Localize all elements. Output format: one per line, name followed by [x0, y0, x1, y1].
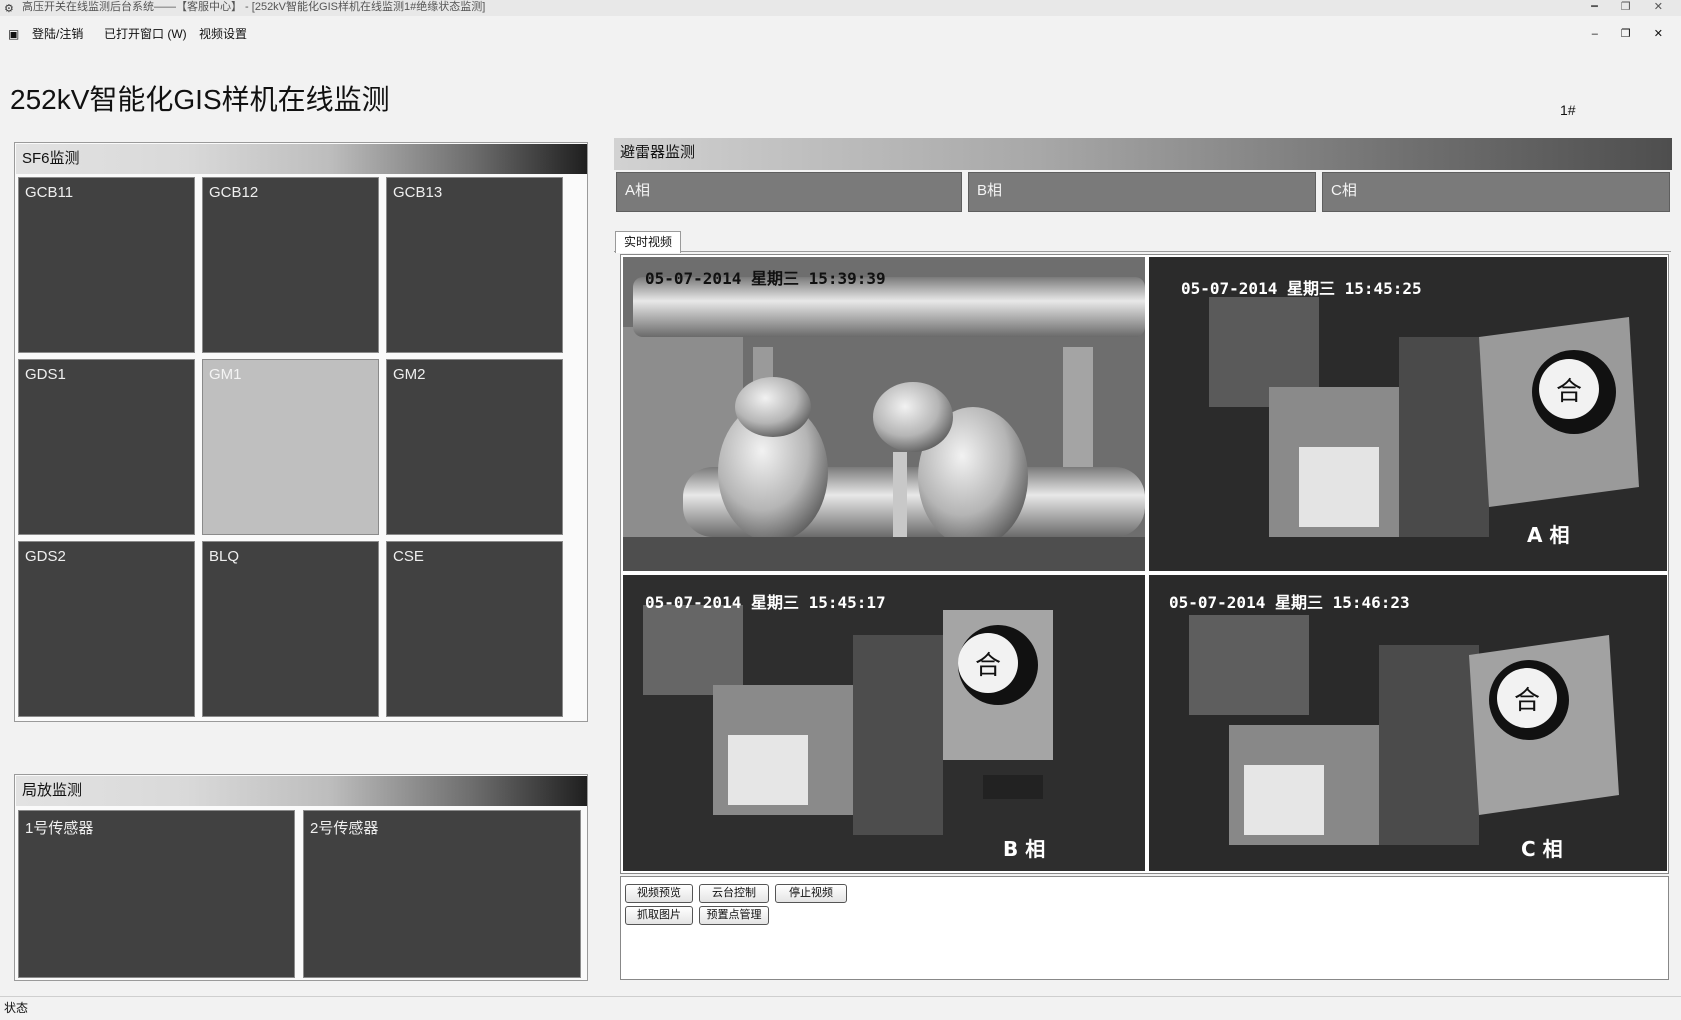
- status-bar: 状态: [0, 996, 1681, 1020]
- camera-4-phase-label: C 相: [1521, 837, 1563, 861]
- camera-2-scene: 合: [1149, 257, 1667, 571]
- sf6-tile-gm1[interactable]: GM1: [202, 359, 379, 535]
- unit-number: 1#: [1560, 102, 1576, 118]
- preset-manage-button[interactable]: 预置点管理: [699, 906, 769, 925]
- arrester-phase-b[interactable]: B相: [968, 172, 1316, 212]
- sf6-tile-gcb12[interactable]: GCB12: [202, 177, 379, 353]
- sf6-tile-gcb11[interactable]: GCB11: [18, 177, 195, 353]
- sf6-tile-blq[interactable]: BLQ: [202, 541, 379, 717]
- sf6-tile-gds1[interactable]: GDS1: [18, 359, 195, 535]
- ptz-control-button[interactable]: 云台控制: [699, 884, 769, 903]
- video-area: 05-07-2014 星期三 15:39:39 合 05-07-2014 星期三…: [620, 254, 1669, 874]
- pd-sensor-2[interactable]: 2号传感器: [303, 810, 581, 978]
- arrester-header: 避雷器监测: [614, 138, 1672, 170]
- menubar: ▣ 登陆/注销 已打开窗口 (W) 视频设置 – ❐ ✕: [0, 24, 1681, 46]
- camera-3-timestamp: 05-07-2014 星期三 15:45:17: [645, 593, 886, 612]
- camera-view-4[interactable]: 合 05-07-2014 星期三 15:46:23 C 相: [1149, 575, 1667, 871]
- menu-login[interactable]: 登陆/注销: [32, 24, 83, 44]
- sf6-tile-cse[interactable]: CSE: [386, 541, 563, 717]
- camera-2-phase-label: A 相: [1527, 523, 1570, 547]
- sf6-tile-gcb13[interactable]: GCB13: [386, 177, 563, 353]
- camera-1-scene: [623, 257, 1145, 571]
- camera-2-indicator-glyph: 合: [1556, 377, 1582, 407]
- app-icon: ⚙: [4, 3, 14, 15]
- camera-3-phase-label: B 相: [1003, 837, 1046, 861]
- menu-open-windows[interactable]: 已打开窗口 (W): [104, 24, 187, 44]
- video-tabstrip: 实时视频: [614, 230, 1671, 253]
- camera-view-1[interactable]: 05-07-2014 星期三 15:39:39: [623, 257, 1145, 571]
- window-titlebar: ⚙ 高压开关在线监测后台系统——【客服中心】 - [252kV智能化GIS样机在线…: [0, 0, 1681, 16]
- stop-video-button[interactable]: 停止视频: [775, 884, 847, 903]
- pd-sensor-1[interactable]: 1号传感器: [18, 810, 295, 978]
- camera-3-indicator-glyph: 合: [975, 651, 1001, 681]
- page-title: 252kV智能化GIS样机在线监测: [10, 84, 390, 115]
- camera-view-2[interactable]: 合 05-07-2014 星期三 15:45:25 A 相: [1149, 257, 1667, 571]
- camera-4-timestamp: 05-07-2014 星期三 15:46:23: [1169, 593, 1410, 612]
- sf6-header: SF6监测: [16, 144, 587, 174]
- camera-1-timestamp: 05-07-2014 星期三 15:39:39: [645, 269, 886, 288]
- window-controls[interactable]: ━ ❐ ✕: [1591, 0, 1673, 14]
- sf6-tile-gds2[interactable]: GDS2: [18, 541, 195, 717]
- sf6-tile-gm2[interactable]: GM2: [386, 359, 563, 535]
- mdi-controls[interactable]: – ❐ ✕: [1592, 24, 1673, 44]
- video-preview-button[interactable]: 视频预览: [625, 884, 693, 903]
- camera-3-scene: 合: [623, 575, 1145, 871]
- menu-app-icon: ▣: [8, 27, 20, 41]
- window-title: 高压开关在线监测后台系统——【客服中心】 - [252kV智能化GIS样机在线监…: [22, 1, 486, 13]
- camera-2-timestamp: 05-07-2014 星期三 15:45:25: [1181, 279, 1422, 298]
- arrester-phase-c[interactable]: C相: [1322, 172, 1670, 212]
- pd-header: 局放监测: [16, 776, 587, 806]
- video-control-area: 视频预览 云台控制 停止视频 抓取图片 预置点管理: [620, 876, 1669, 980]
- camera-4-scene: 合: [1149, 575, 1667, 871]
- capture-image-button[interactable]: 抓取图片: [625, 906, 693, 925]
- arrester-phase-a[interactable]: A相: [616, 172, 962, 212]
- menu-video-settings[interactable]: 视频设置: [199, 24, 247, 44]
- tab-live-video[interactable]: 实时视频: [615, 231, 682, 253]
- camera-4-indicator-glyph: 合: [1514, 686, 1540, 716]
- camera-view-3[interactable]: 合 05-07-2014 星期三 15:45:17 B 相: [623, 575, 1145, 871]
